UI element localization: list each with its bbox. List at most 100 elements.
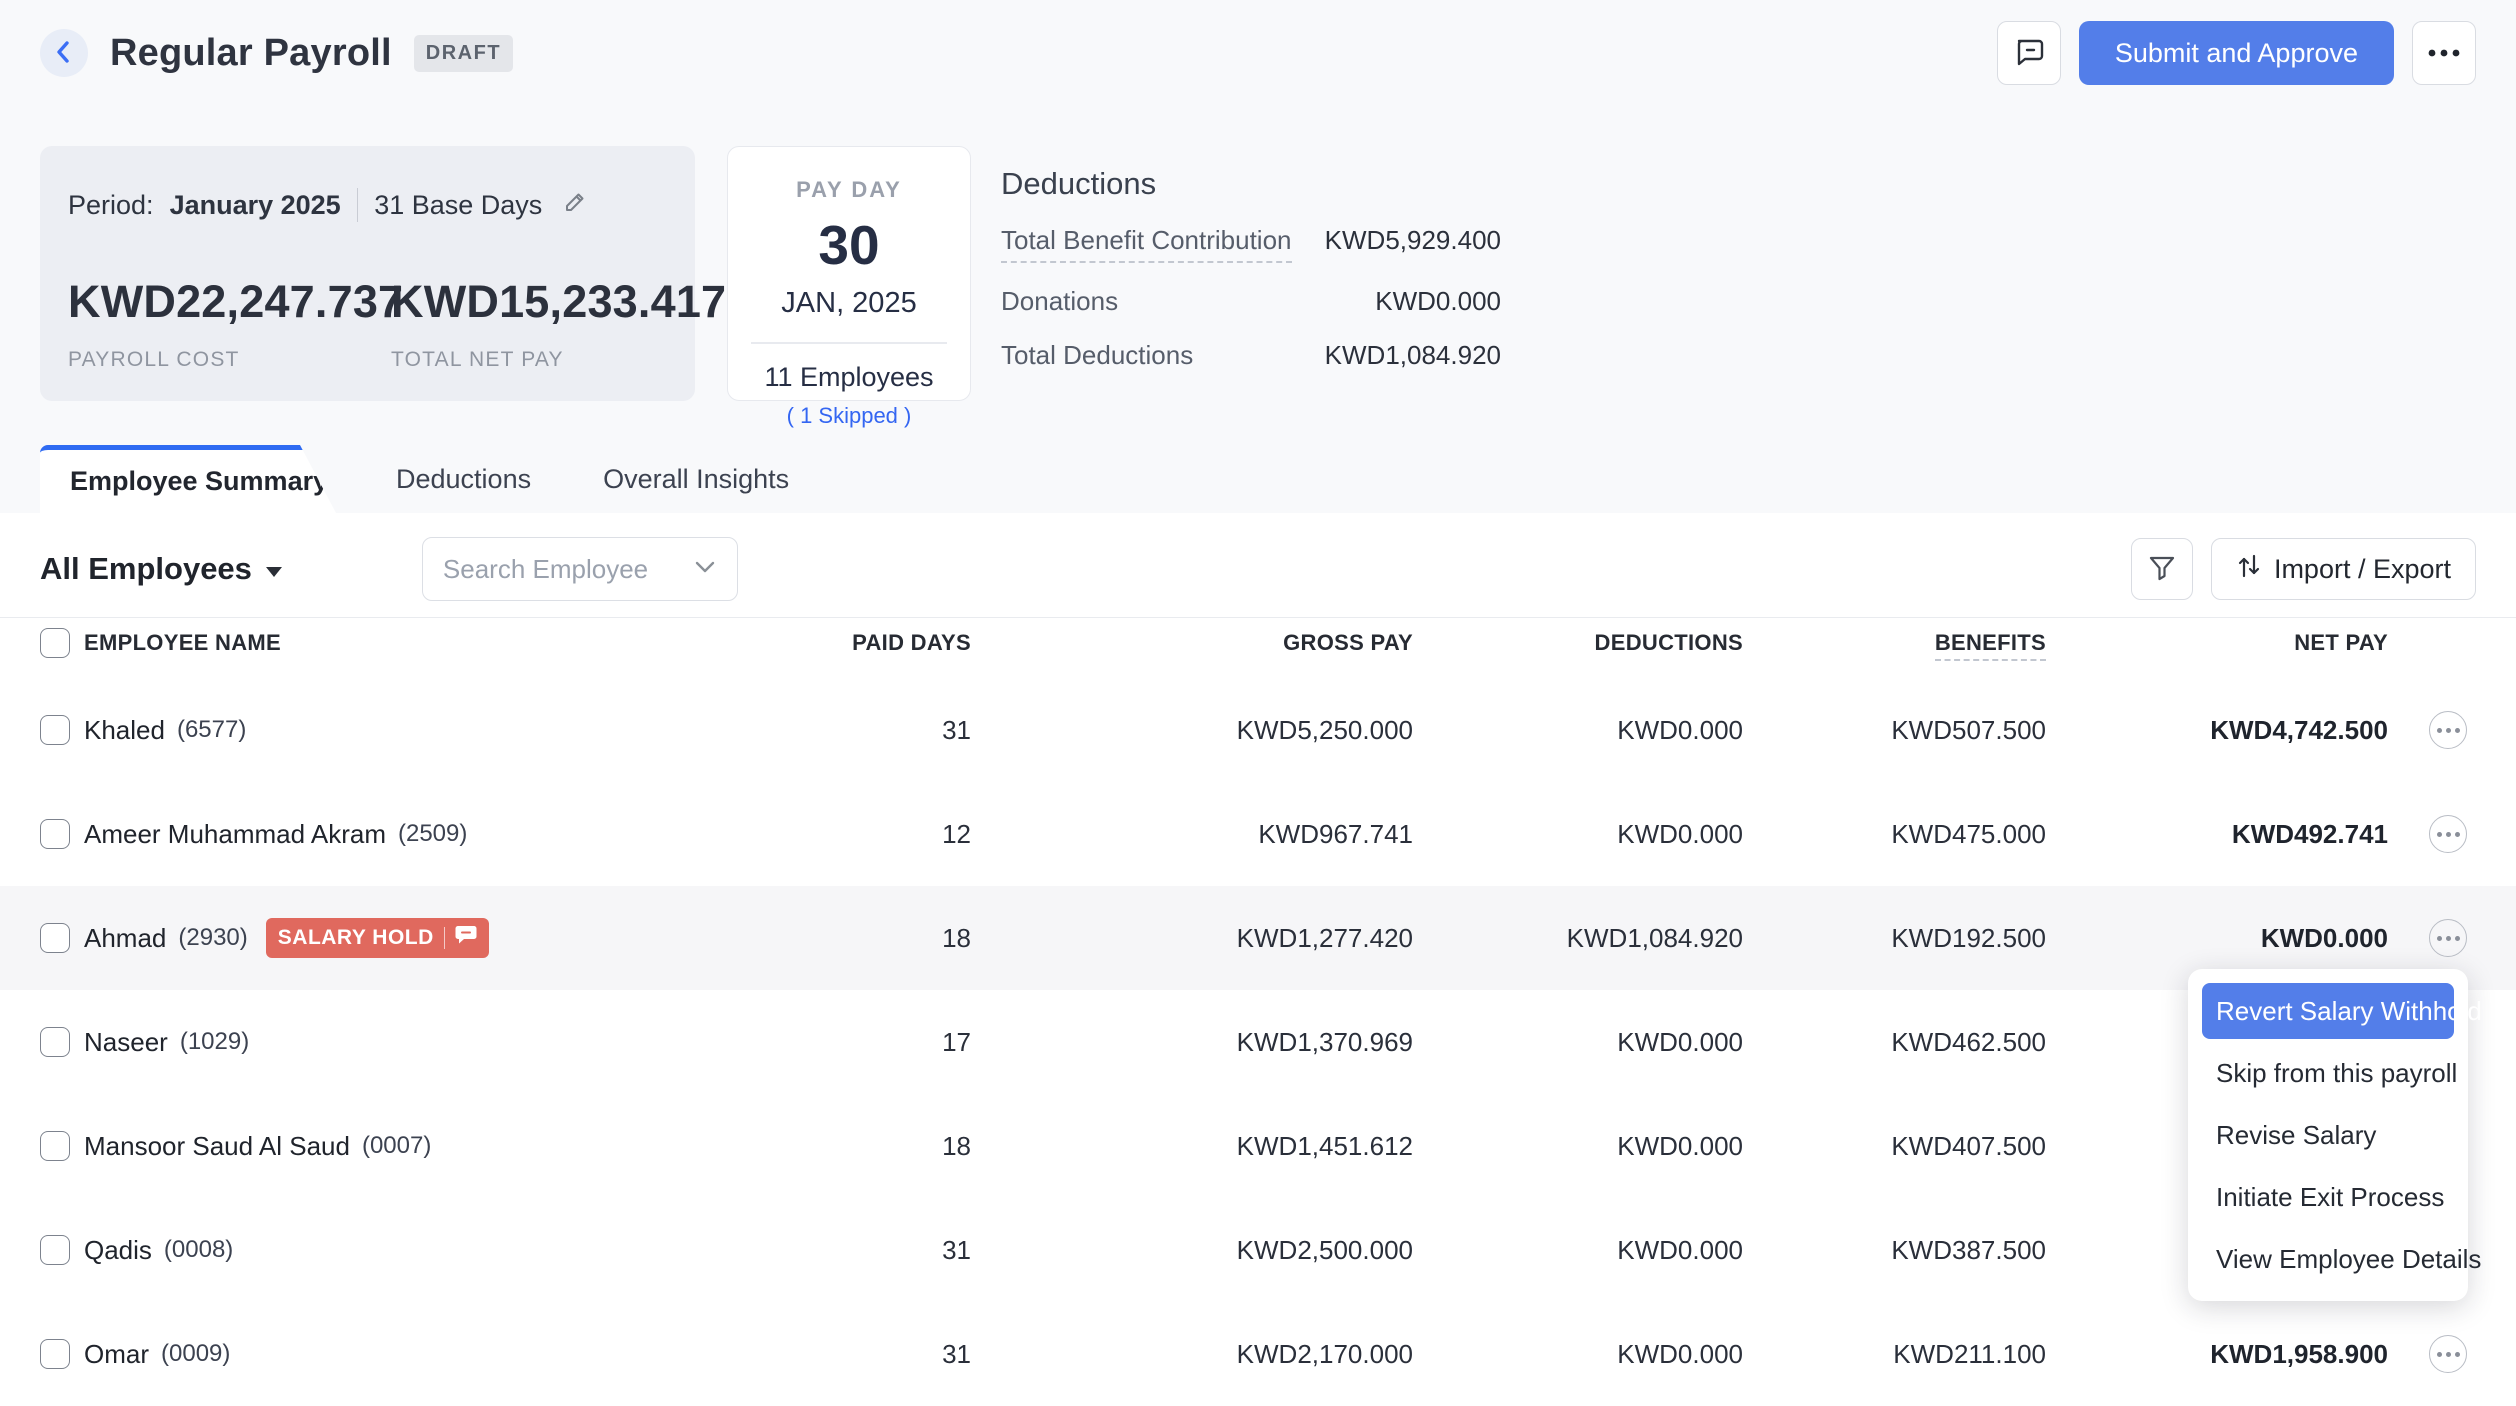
cell-deductions: KWD0.000 — [1413, 819, 1743, 850]
total-net-pay-label: TOTAL NET PAY — [391, 348, 726, 372]
search-placeholder: Search Employee — [443, 554, 648, 585]
row-checkbox[interactable] — [40, 1235, 70, 1265]
employee-id: (0007) — [362, 1132, 431, 1160]
employee-id: (0008) — [164, 1236, 233, 1264]
table-row[interactable]: Mansoor Saud Al Saud (0007) 18 KWD1,451.6… — [0, 1094, 2516, 1198]
cell-deductions: KWD0.000 — [1413, 1131, 1743, 1162]
payday-employee-count: 11 Employees — [728, 362, 970, 393]
menu-item-skip-from-payroll[interactable]: Skip from this payroll — [2202, 1045, 2454, 1101]
employee-id: (6577) — [177, 716, 246, 744]
total-benefit-contribution-value: KWD5,929.400 — [1325, 225, 1501, 256]
row-checkbox[interactable] — [40, 819, 70, 849]
payday-month-year: JAN, 2025 — [728, 287, 970, 320]
row-actions-button[interactable] — [2429, 815, 2467, 853]
column-benefits[interactable]: BENEFITS — [1935, 630, 2046, 661]
period-label: Period: — [68, 190, 154, 221]
page-header: Regular Payroll DRAFT Submit and Approve — [40, 0, 2476, 106]
row-actions-button[interactable] — [2429, 919, 2467, 957]
divider — [357, 188, 359, 222]
period-value: January 2025 — [170, 190, 341, 221]
caret-down-icon — [266, 567, 282, 577]
employee-name: Khaled — [84, 715, 165, 746]
employee-name: Naseer — [84, 1027, 168, 1058]
tab-overall-insights[interactable]: Overall Insights — [603, 445, 789, 513]
cell-gross-pay: KWD1,451.612 — [971, 1131, 1413, 1162]
row-actions-button[interactable] — [2429, 711, 2467, 749]
menu-item-revert-salary-withhold[interactable]: Revert Salary Withhold — [2202, 983, 2454, 1039]
employee-name: Ameer Muhammad Akram — [84, 819, 386, 850]
cell-benefits: KWD192.500 — [1743, 923, 2046, 954]
cell-benefits: KWD387.500 — [1743, 1235, 2046, 1266]
select-all-checkbox[interactable] — [40, 628, 70, 658]
menu-item-view-employee-details[interactable]: View Employee Details — [2202, 1231, 2454, 1287]
menu-item-revise-salary[interactable]: Revise Salary — [2202, 1107, 2454, 1163]
divider — [444, 927, 446, 949]
employee-name: Mansoor Saud Al Saud — [84, 1131, 350, 1162]
row-checkbox[interactable] — [40, 1131, 70, 1161]
total-deductions-label: Total Deductions — [1001, 340, 1193, 371]
cell-paid-days: 31 — [701, 1339, 971, 1370]
row-checkbox[interactable] — [40, 1339, 70, 1369]
skipped-employees-link[interactable]: ( 1 Skipped ) — [728, 403, 970, 429]
funnel-icon — [2147, 553, 2177, 586]
employee-filter-label: All Employees — [40, 551, 252, 587]
table-row[interactable]: Omar(0009) 31 KWD2,170.000 KWD0.000 KWD2… — [0, 1302, 2516, 1406]
tab-deductions[interactable]: Deductions — [396, 445, 531, 513]
table-row[interactable]: Naseer(1029) 17 KWD1,370.969 KWD0.000 KW… — [0, 990, 2516, 1094]
total-deductions-value: KWD1,084.920 — [1325, 340, 1501, 371]
submit-and-approve-button[interactable]: Submit and Approve — [2079, 21, 2394, 85]
filter-button[interactable] — [2131, 538, 2193, 600]
cell-benefits: KWD475.000 — [1743, 819, 2046, 850]
more-actions-button[interactable] — [2412, 21, 2476, 85]
deductions-title: Deductions — [1001, 166, 1501, 202]
edit-pencil-icon[interactable] — [562, 189, 588, 222]
cell-gross-pay: KWD1,277.420 — [971, 923, 1413, 954]
employee-table-body: Khaled (6577) 31 KWD5,250.000 KWD0.000 KW… — [0, 678, 2516, 1406]
cell-benefits: KWD507.500 — [1743, 715, 2046, 746]
column-net-pay: NET PAY — [2046, 630, 2388, 656]
employee-id: (2509) — [398, 820, 467, 848]
column-paid-days: PAID DAYS — [701, 630, 971, 656]
deductions-summary: Deductions Total Benefit Contribution KW… — [1001, 146, 1501, 401]
cell-paid-days: 12 — [701, 819, 971, 850]
row-checkbox[interactable] — [40, 923, 70, 953]
search-employee-input[interactable]: Search Employee — [422, 537, 738, 601]
row-checkbox[interactable] — [40, 1027, 70, 1057]
cell-deductions: KWD0.000 — [1413, 715, 1743, 746]
status-badge: DRAFT — [414, 35, 513, 72]
cell-paid-days: 31 — [701, 1235, 971, 1266]
column-gross-pay: GROSS PAY — [971, 630, 1413, 656]
import-export-button[interactable]: Import / Export — [2211, 538, 2476, 600]
comments-button[interactable] — [1997, 21, 2061, 85]
tab-employee-summary[interactable]: Employee Summary — [40, 445, 336, 513]
total-benefit-contribution-label[interactable]: Total Benefit Contribution — [1001, 225, 1292, 263]
summary-cards: Period: January 2025 31 Base Days KWD22,… — [40, 146, 2476, 401]
cell-deductions: KWD0.000 — [1413, 1339, 1743, 1370]
table-row-salary-hold[interactable]: Ahmad (2930) SALARY HOLD 18 KWD1,277.420… — [0, 886, 2516, 990]
salary-hold-badge[interactable]: SALARY HOLD — [266, 918, 490, 958]
employee-name: Qadis — [84, 1235, 152, 1266]
row-checkbox[interactable] — [40, 715, 70, 745]
employee-id: (1029) — [180, 1028, 249, 1056]
cell-paid-days: 18 — [701, 923, 971, 954]
arrows-up-down-icon — [2236, 551, 2262, 588]
back-button[interactable] — [40, 29, 88, 77]
employee-id: (0009) — [161, 1340, 230, 1368]
payday-label: PAY DAY — [728, 177, 970, 203]
employee-filter-dropdown[interactable]: All Employees — [40, 551, 282, 587]
table-toolbar: All Employees Search Employee — [0, 513, 2516, 618]
table-row[interactable]: Khaled (6577) 31 KWD5,250.000 KWD0.000 KW… — [0, 678, 2516, 782]
period-card: Period: January 2025 31 Base Days KWD22,… — [40, 146, 695, 401]
tab-content: All Employees Search Employee — [0, 513, 2516, 1406]
cell-gross-pay: KWD2,500.000 — [971, 1235, 1413, 1266]
table-row[interactable]: Ameer Muhammad Akram(2509) 12 KWD967.741… — [0, 782, 2516, 886]
salary-hold-label: SALARY HOLD — [278, 926, 434, 950]
menu-item-initiate-exit-process[interactable]: Initiate Exit Process — [2202, 1169, 2454, 1225]
cell-gross-pay: KWD5,250.000 — [971, 715, 1413, 746]
table-row[interactable]: Qadis(0008) 31 KWD2,500.000 KWD0.000 KWD… — [0, 1198, 2516, 1302]
cell-paid-days: 18 — [701, 1131, 971, 1162]
chevron-left-icon — [53, 39, 75, 68]
cell-paid-days: 31 — [701, 715, 971, 746]
speech-bubble-icon — [455, 925, 477, 951]
row-actions-button[interactable] — [2429, 1335, 2467, 1373]
